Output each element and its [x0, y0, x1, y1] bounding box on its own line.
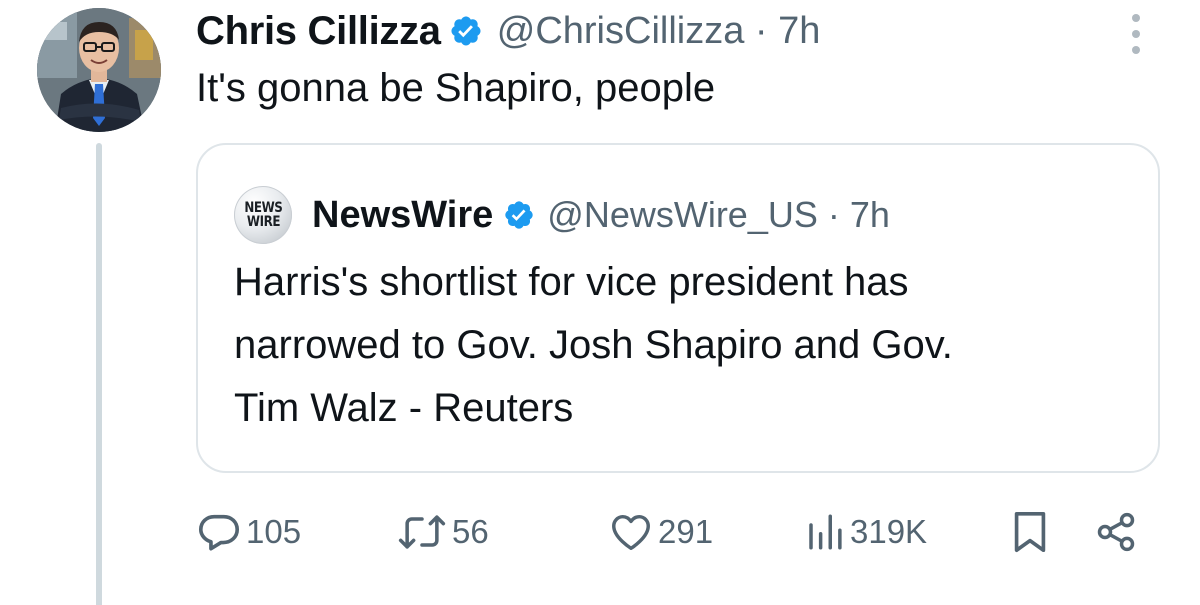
action-bar: 105 56 291 319K	[196, 502, 1146, 562]
like-icon	[608, 509, 654, 555]
views-icon	[804, 509, 846, 555]
bookmark-icon	[1010, 509, 1050, 555]
share-icon	[1094, 509, 1138, 555]
verified-badge-icon	[449, 14, 483, 48]
tweet: Chris Cillizza @ChrisCillizza · 7h It's …	[0, 0, 1200, 605]
tweet-text: It's gonna be Shapiro, people	[196, 66, 716, 110]
more-options-icon[interactable]	[1124, 10, 1148, 58]
share-button[interactable]	[1094, 502, 1138, 562]
repost-button[interactable]: 56	[396, 502, 489, 562]
quoted-author-name[interactable]: NewsWire	[312, 194, 493, 237]
tweet-header: Chris Cillizza @ChrisCillizza · 7h	[196, 2, 820, 60]
like-count: 291	[658, 513, 714, 550]
quoted-tweet-text: Harris's shortlist for vice president ha…	[234, 251, 1134, 440]
thread-line	[96, 143, 102, 605]
reply-count: 105	[246, 513, 302, 550]
reply-icon	[196, 509, 242, 555]
quoted-text-line: narrowed to Gov. Josh Shapiro and Gov.	[234, 323, 953, 367]
views-button[interactable]: 319K	[804, 502, 927, 562]
author-name[interactable]: Chris Cillizza	[196, 9, 441, 54]
views-count: 319K	[850, 513, 928, 550]
author-handle-time[interactable]: @ChrisCillizza · 7h	[497, 10, 821, 53]
reply-button[interactable]: 105	[196, 502, 301, 562]
quoted-author-handle-time[interactable]: @NewsWire_US · 7h	[547, 194, 890, 236]
author-avatar[interactable]	[37, 8, 161, 132]
like-button[interactable]: 291	[608, 502, 713, 562]
verified-badge-icon	[503, 199, 535, 231]
avatar-logo-line-1: NEWS	[243, 200, 283, 216]
quoted-tweet[interactable]: NEWS WIRE NewsWire @NewsWire_US · 7h Har…	[196, 143, 1160, 473]
newswire-avatar[interactable]: NEWS WIRE	[234, 186, 292, 244]
repost-icon	[396, 509, 448, 555]
avatar-logo-line-2: WIRE	[246, 214, 280, 230]
bookmark-button[interactable]	[1010, 502, 1050, 562]
quoted-tweet-header: NEWS WIRE NewsWire @NewsWire_US · 7h	[234, 185, 890, 245]
repost-count: 56	[452, 513, 489, 550]
quoted-text-line: Tim Walz - Reuters	[234, 386, 574, 430]
quoted-text-line: Harris's shortlist for vice president ha…	[234, 260, 909, 304]
